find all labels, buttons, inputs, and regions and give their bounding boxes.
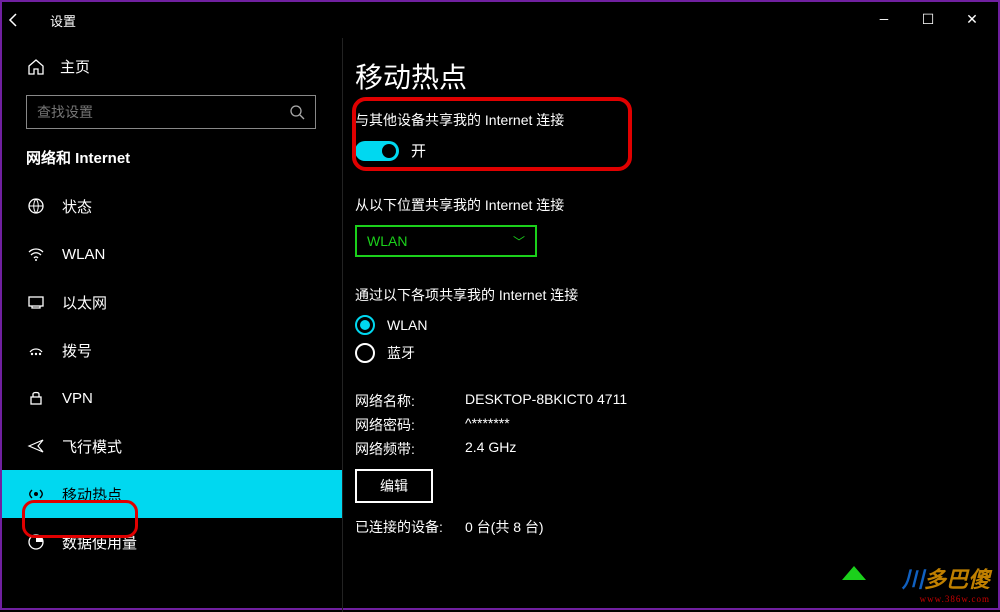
- nav-label: WLAN: [62, 246, 105, 263]
- dropdown-value: WLAN: [367, 233, 407, 249]
- content: 移动热点 与其他设备共享我的 Internet 连接 开 从以下位置共享我的 I…: [343, 38, 998, 612]
- radio-icon: [355, 343, 375, 363]
- nav-label: 飞行模式: [62, 436, 122, 457]
- nav-airplane[interactable]: 飞行模式: [2, 422, 342, 470]
- back-button[interactable]: [6, 12, 46, 28]
- radio-label: 蓝牙: [387, 343, 415, 363]
- share-toggle[interactable]: [355, 141, 399, 161]
- nav-label: 状态: [62, 196, 92, 217]
- toggle-state: 开: [411, 140, 426, 161]
- from-dropdown[interactable]: WLAN ﹀: [355, 225, 537, 257]
- nav-hotspot[interactable]: 移动热点: [2, 470, 342, 518]
- via-label: 通过以下各项共享我的 Internet 连接: [355, 285, 992, 305]
- net-name-value: DESKTOP-8BKICT0 4711: [465, 391, 627, 411]
- nav-label: 拨号: [62, 340, 92, 361]
- radio-bluetooth[interactable]: 蓝牙: [355, 343, 992, 363]
- home-label: 主页: [60, 56, 90, 77]
- dialup-icon: [26, 341, 46, 359]
- airplane-icon: [26, 437, 46, 455]
- edit-button[interactable]: 编辑: [355, 469, 433, 503]
- connected-value: 0 台(共 8 台): [465, 517, 544, 537]
- nav-ethernet[interactable]: 以太网: [2, 278, 342, 326]
- edit-label: 编辑: [380, 476, 408, 496]
- share-label: 与其他设备共享我的 Internet 连接: [355, 110, 992, 130]
- nav-wlan[interactable]: WLAN: [2, 230, 342, 278]
- section-label: 网络和 Internet: [2, 141, 342, 182]
- net-pwd-value: ^*******: [465, 415, 510, 435]
- minimize-button[interactable]: —: [862, 5, 906, 35]
- nav-label: VPN: [62, 390, 93, 407]
- vpn-icon: [26, 389, 46, 407]
- from-label: 从以下位置共享我的 Internet 连接: [355, 195, 992, 215]
- window-title: 设置: [46, 11, 76, 30]
- scroll-hint-icon: [842, 566, 866, 580]
- sidebar: 主页 网络和 Internet 状态 WLAN 以太网 拨号: [2, 38, 343, 612]
- connected-label: 已连接的设备:: [355, 517, 465, 537]
- hotspot-icon: [26, 485, 46, 503]
- net-band-value: 2.4 GHz: [465, 439, 516, 459]
- nav-dialup[interactable]: 拨号: [2, 326, 342, 374]
- data-usage-icon: [26, 533, 46, 551]
- home-icon: [26, 58, 46, 76]
- nav-vpn[interactable]: VPN: [2, 374, 342, 422]
- nav-status[interactable]: 状态: [2, 182, 342, 230]
- chevron-down-icon: ﹀: [513, 233, 525, 250]
- nav-data-usage[interactable]: 数据使用量: [2, 518, 342, 566]
- search-icon: [289, 104, 305, 120]
- radio-wlan[interactable]: WLAN: [355, 315, 992, 335]
- watermark: 川多巴傻 www.386w.com: [902, 562, 990, 604]
- close-button[interactable]: ✕: [950, 5, 994, 35]
- wifi-icon: [26, 245, 46, 263]
- maximize-button[interactable]: ☐: [906, 5, 950, 35]
- net-name-label: 网络名称:: [355, 391, 465, 411]
- search-input[interactable]: [26, 95, 316, 129]
- radio-label: WLAN: [387, 317, 427, 333]
- radio-icon: [355, 315, 375, 335]
- titlebar: 设置 — ☐ ✕: [2, 2, 998, 38]
- net-pwd-label: 网络密码:: [355, 415, 465, 435]
- ethernet-icon: [26, 293, 46, 311]
- status-icon: [26, 197, 46, 215]
- home-link[interactable]: 主页: [2, 46, 342, 87]
- nav-label: 数据使用量: [62, 532, 137, 553]
- search-field[interactable]: [37, 104, 289, 120]
- page-title: 移动热点: [349, 56, 998, 110]
- net-band-label: 网络频带:: [355, 439, 465, 459]
- nav-label: 移动热点: [62, 484, 122, 505]
- nav-label: 以太网: [62, 292, 107, 313]
